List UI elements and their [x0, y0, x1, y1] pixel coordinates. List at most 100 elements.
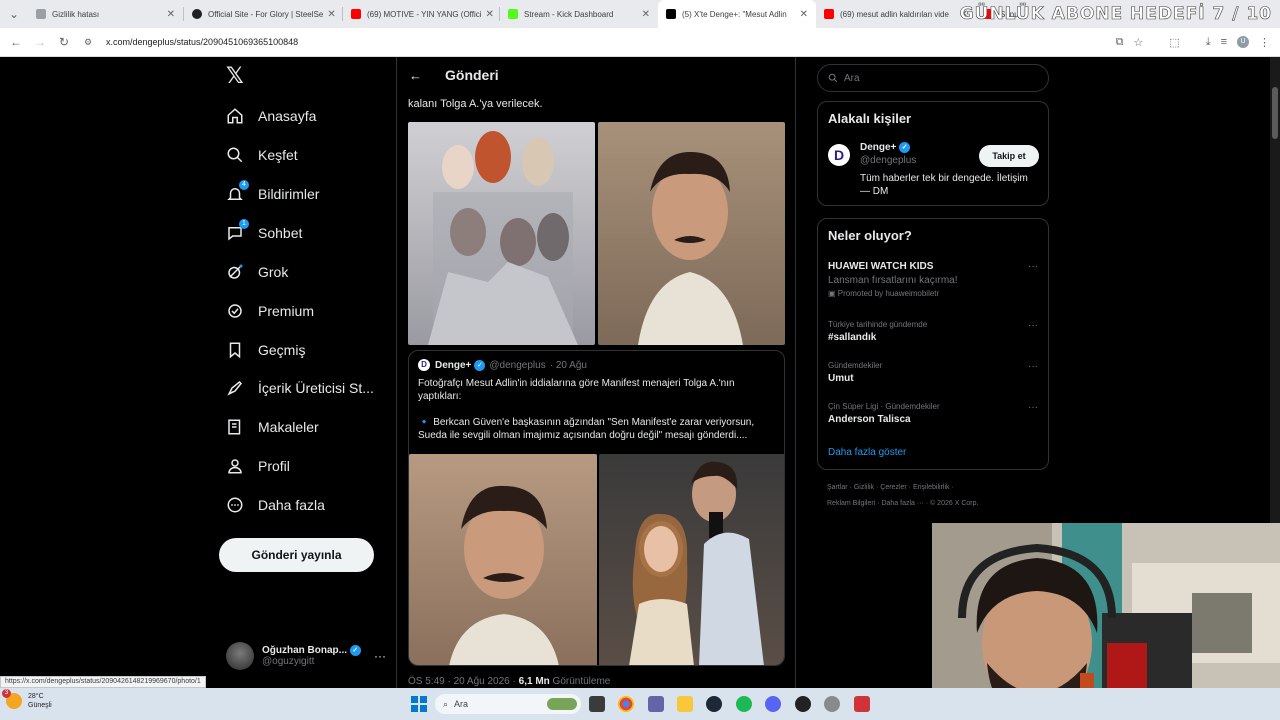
bookmark-star-icon[interactable]: ☆ [1133, 36, 1143, 49]
forward-arrow-icon[interactable]: → [28, 35, 52, 49]
more-dots-icon[interactable]: ··· [1028, 261, 1038, 272]
search-input[interactable]: Ara [817, 64, 1049, 92]
footer-links[interactable]: Şartlar · Gizlilik · Çerezler · Erişileb… [827, 484, 954, 491]
verified-badge-icon: ✓ [899, 142, 911, 153]
nav-item-home[interactable]: Anasayfa [226, 101, 316, 131]
view-count: 6,1 Mn [518, 676, 550, 687]
quoted-photo[interactable] [599, 454, 784, 665]
browser-menu-icon[interactable]: ⋮ [1259, 36, 1270, 49]
browser-tab[interactable]: Stream - Kick Dashboard ✕ [500, 0, 658, 28]
media-controls-icon[interactable]: ≡ [1221, 36, 1227, 48]
show-more-link[interactable]: Daha fazla göster [828, 447, 906, 458]
post-button[interactable]: Gönderi yayınla [219, 538, 374, 572]
settings-gear-icon[interactable] [824, 696, 840, 712]
obs-icon[interactable] [795, 696, 811, 712]
quoted-post-header: D Denge+ ✓ @dengeplus · 20 Ağu [418, 359, 587, 371]
profile-avatar-icon[interactable]: U [1237, 36, 1249, 48]
nav-item-more[interactable]: Daha fazla [226, 490, 325, 520]
weather-widget[interactable]: 3 28°C Güneşli [2, 689, 52, 710]
browser-tab[interactable]: Gizlilik hatası ✕ [28, 0, 183, 28]
weather-condition: Güneşli [28, 702, 52, 709]
trend-item[interactable]: Gündemdekiler Umut ··· [828, 361, 1038, 384]
back-arrow-icon[interactable]: ← [409, 68, 429, 83]
related-user[interactable]: Denge+ ✓ @dengeplus [860, 142, 916, 166]
app-icon[interactable] [854, 696, 870, 712]
teams-icon[interactable] [648, 696, 664, 712]
extensions-icon[interactable]: ⬚ [1169, 36, 1179, 49]
nav-item-chat[interactable]: 1 Sohbet [226, 218, 302, 248]
tab-favicon-icon [351, 9, 361, 19]
profile-icon [226, 457, 244, 475]
nav-item-explore[interactable]: Keşfet [226, 140, 298, 170]
browser-tab-active[interactable]: (5) X'te Denge+: "Mesut Adlin ✕ [658, 0, 816, 28]
tab-favicon-icon [508, 9, 518, 19]
close-tab-icon[interactable]: ✕ [482, 9, 494, 20]
trend-item[interactable]: Çin Süper Ligi · Gündemdekiler Anderson … [828, 402, 1038, 425]
chrome-icon[interactable] [618, 696, 634, 712]
close-tab-icon[interactable]: ✕ [323, 9, 335, 20]
nav-item-notifications[interactable]: 4 Bildirimler [226, 179, 319, 209]
nav-item-history[interactable]: Geçmiş [226, 335, 305, 365]
more-dots-icon[interactable]: ··· [1028, 320, 1038, 331]
view-count-label: Görüntüleme [549, 676, 611, 687]
more-dots-icon[interactable]: ··· [1028, 402, 1038, 413]
nav-item-grok[interactable]: Grok [226, 257, 288, 287]
footer-links[interactable]: Reklam Bilgileri · Daha fazla ··· · © 20… [827, 500, 978, 507]
close-tab-icon[interactable]: ✕ [638, 9, 650, 20]
post-photo[interactable] [598, 122, 785, 345]
account-handle: @oguzyigitt [262, 656, 315, 668]
more-dots-icon[interactable]: ··· [1028, 361, 1038, 372]
discord-icon[interactable] [765, 696, 781, 712]
promoted-icon: ▣ [828, 289, 836, 298]
task-view-icon[interactable] [589, 696, 605, 712]
reload-icon[interactable]: ↻ [52, 35, 76, 49]
back-arrow-icon[interactable]: ← [4, 35, 28, 49]
search-placeholder: Ara [844, 72, 860, 84]
close-tab-icon[interactable]: ✕ [163, 9, 175, 20]
browser-tab[interactable]: Official Site - For Glory | SteelSe ✕ [184, 0, 342, 28]
nav-item-premium[interactable]: Premium [226, 296, 314, 326]
install-app-icon[interactable]: ⧉ [1116, 36, 1124, 49]
nav-label: Anasayfa [258, 108, 317, 124]
site-info-icon[interactable]: ⚙ [76, 37, 100, 48]
tab-title: Official Site - For Glory | SteelSe [208, 9, 324, 19]
download-icon[interactable]: ⤓ [1206, 36, 1211, 49]
post-header: ← Gönderi [397, 57, 795, 93]
trend-title: HUAWEI WATCH KIDS [828, 261, 934, 272]
nav-item-creator-studio[interactable]: İçerik Üreticisi St... [226, 373, 374, 403]
tab-list-chevron-icon[interactable]: ⌄ [0, 7, 28, 21]
trend-item[interactable]: HUAWEI WATCH KIDS Lansman fırsatlarını k… [828, 261, 1038, 298]
group-photo-illustration [428, 131, 578, 345]
quoted-post[interactable]: D Denge+ ✓ @dengeplus · 20 Ağu Fotoğrafç… [408, 350, 785, 666]
verified-badge-icon: ✓ [474, 359, 486, 371]
premium-icon [226, 302, 244, 320]
taskbar-search[interactable]: ⌕ Ara [435, 694, 581, 714]
browser-tab[interactable]: (69) MOTIVE - YIN YANG (Offici ✕ [343, 0, 499, 28]
nav-item-profile[interactable]: Profil [226, 451, 290, 481]
trend-item[interactable]: Türkiye tarihinde gündemde #sallandık ··… [828, 320, 1038, 343]
steam-icon[interactable] [706, 696, 722, 712]
promoted-label: Promoted by huaweimobiletr [837, 289, 940, 298]
avatar[interactable]: D [828, 144, 850, 166]
account-switcher[interactable]: Oğuzhan Bonap... ✓ @oguzyigitt ··· [226, 642, 386, 670]
close-tab-icon[interactable]: ✕ [796, 9, 808, 20]
related-user-name: Denge+ [860, 142, 897, 154]
follow-button[interactable]: Takip et [979, 145, 1039, 167]
browser-tab[interactable]: (69) mesut adlin kaldırılan vide ✕ [816, 0, 976, 28]
nav-item-articles[interactable]: Makaleler [226, 412, 319, 442]
spotify-icon[interactable] [736, 696, 752, 712]
quoted-author-handle: @dengeplus [489, 359, 546, 371]
url-field[interactable]: x.com/dengeplus/status/20904510693651008… [106, 37, 298, 47]
post-photo[interactable] [408, 122, 595, 345]
scrollbar-thumb[interactable] [1272, 87, 1278, 139]
quoted-post-date: · 20 Ağu [549, 359, 587, 371]
weather-badge: 3 [2, 689, 11, 698]
post-timestamp: ÖS 5:49 · 20 Ağu 2026 · [408, 676, 519, 687]
windows-start-icon[interactable] [411, 696, 427, 712]
file-explorer-icon[interactable] [677, 696, 693, 712]
post-meta: ÖS 5:49 · 20 Ağu 2026 · 6,1 Mn Görüntüle… [408, 676, 610, 687]
quoted-photo[interactable] [409, 454, 597, 665]
x-logo-icon[interactable]: 𝕏 [226, 64, 244, 89]
bookmark-icon [226, 341, 244, 359]
nav-label: Makaleler [258, 419, 319, 435]
